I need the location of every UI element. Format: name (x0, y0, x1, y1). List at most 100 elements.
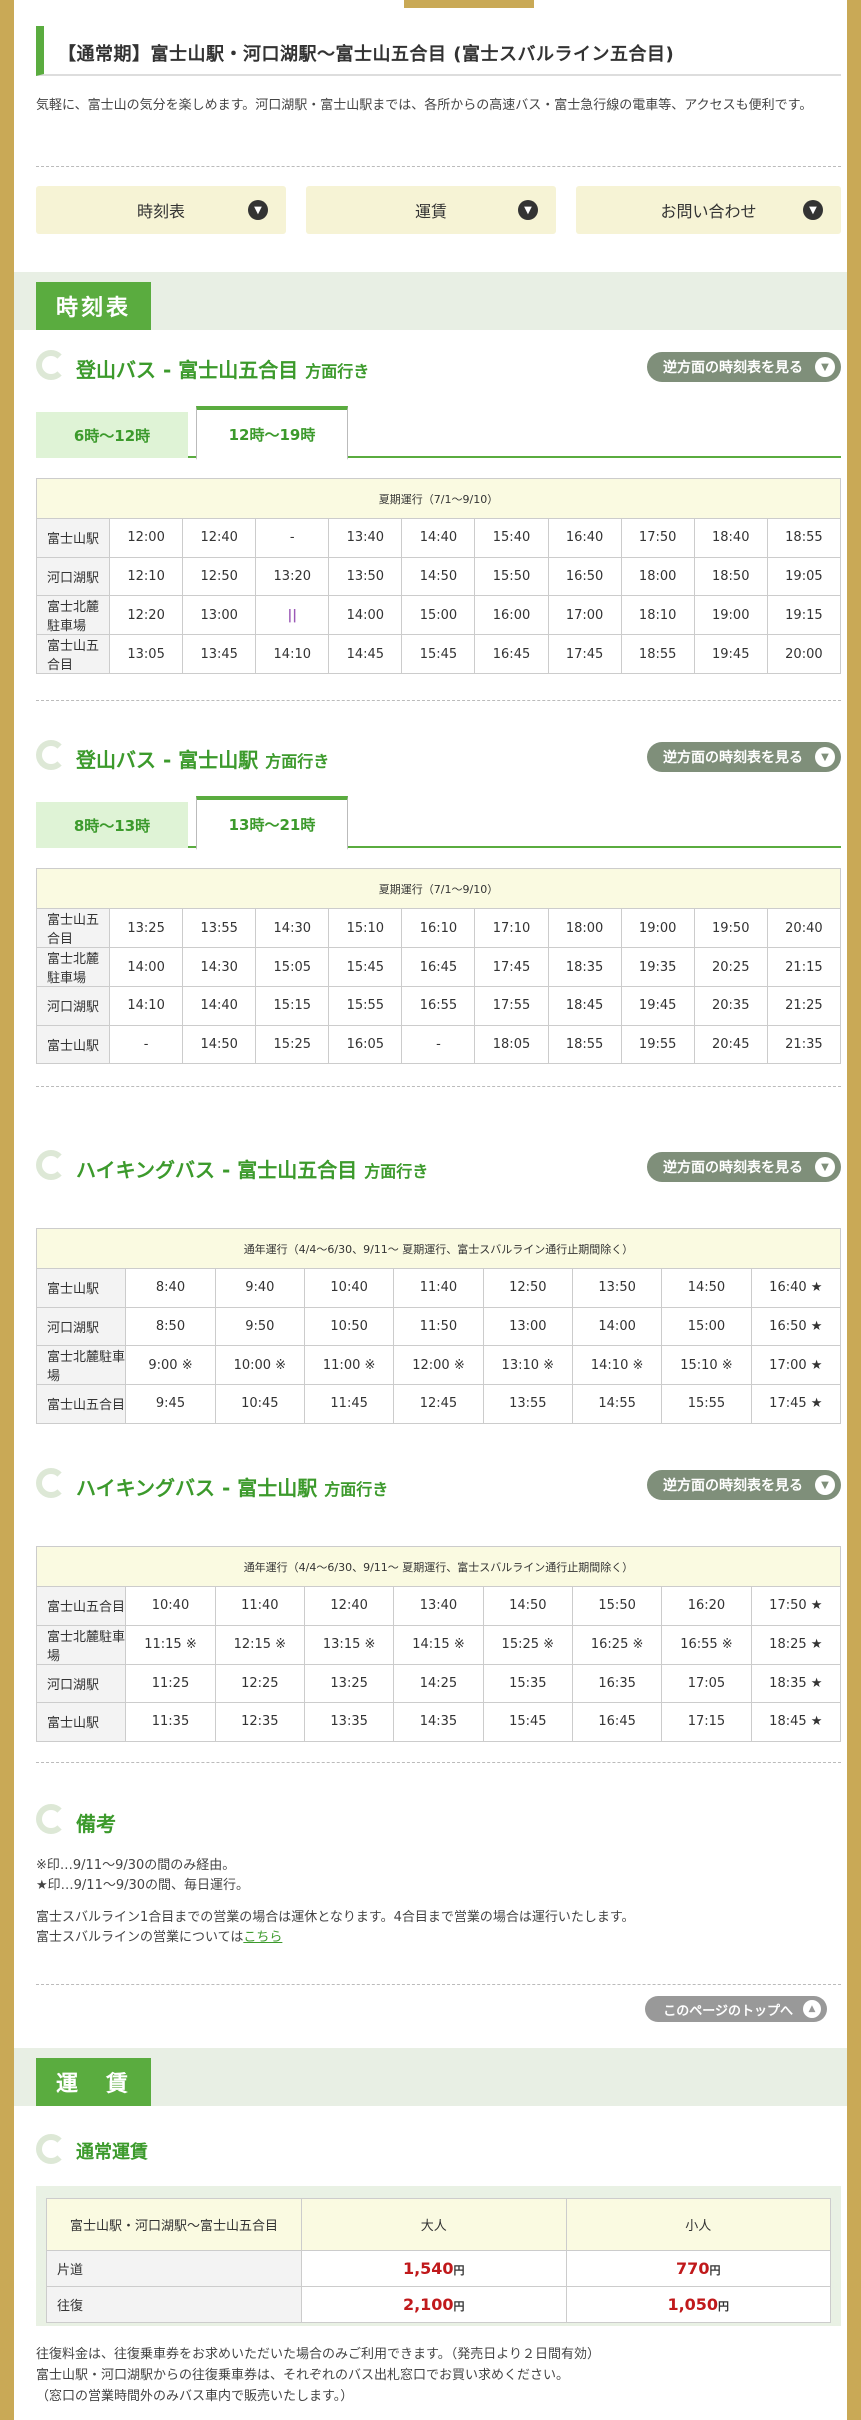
departure-time: 11:25 (125, 1663, 216, 1703)
departure-time: 14:30 (182, 947, 257, 987)
departure-time: 17:00 ★ (750, 1345, 842, 1385)
station-name: 河口湖駅 (35, 1663, 127, 1703)
route-suffix: 方面行き (324, 1480, 389, 1499)
tab-8-13[interactable]: 8時～13時 (36, 802, 188, 848)
jump-timetable-button[interactable]: 時刻表 ▼ (36, 186, 286, 234)
departure-time: 15:45 (482, 1702, 573, 1742)
station-name: 富士山駅 (35, 1024, 111, 1064)
departure-time: 12:25 (214, 1663, 305, 1703)
departure-time: 15:55 (661, 1384, 752, 1424)
departure-time: 19:50 (693, 908, 768, 948)
departure-time: 15:45 (401, 634, 476, 674)
departure-time: 16:50 ★ (750, 1306, 842, 1346)
station-name: 富士山駅 (35, 518, 111, 558)
departure-time: 12:50 (182, 556, 257, 596)
departure-time: 18:00 (620, 556, 695, 596)
fare-row: 往復 2,100円 1,050円 (46, 2286, 831, 2323)
departure-time: 17:55 (474, 986, 549, 1026)
departure-time: 15:00 (661, 1306, 752, 1346)
remark-line: 富士スバルラインの営業についてはこちら (36, 1928, 841, 1948)
departure-time: 12:00 (109, 518, 184, 558)
fare-table: 富士山駅・河口湖駅～富士山五合目 大人 小人 片道 1,540円 770円 往復… (46, 2198, 831, 2323)
departure-time: 18:35 (547, 947, 622, 987)
remark-line: ★印…9/11～9/30の間、毎日運行。 (36, 1878, 250, 1893)
departure-time: 13:40 (393, 1586, 484, 1626)
departure-time: 11:40 (393, 1268, 484, 1308)
departure-time: - (255, 518, 330, 558)
route2-heading: 登山バス - 富士山駅 方面行き 逆方面の時刻表を見る ▼ (36, 736, 841, 776)
departure-time: 20:25 (693, 947, 768, 987)
route2-tabs: 8時～13時 13時～21時 (36, 796, 841, 850)
heading-deco-icon (36, 1804, 66, 1834)
departure-time: 10:40 (303, 1268, 395, 1308)
departure-time: 15:15 (255, 986, 330, 1026)
departure-time: 17:45 (547, 634, 622, 674)
tab-6-12[interactable]: 6時～12時 (36, 412, 188, 458)
departure-time: 16:05 (328, 1024, 403, 1064)
timetable-caption: 夏期運行（7/1～9/10） (36, 478, 841, 519)
departure-time: 14:50 (661, 1268, 752, 1308)
station-name: 河口湖駅 (35, 556, 111, 596)
departure-time: 17:45 ★ (750, 1384, 842, 1424)
reverse-timetable-button[interactable]: 逆方面の時刻表を見る ▼ (647, 1152, 841, 1182)
chevron-down-icon: ▼ (815, 1157, 835, 1177)
route4-timetable: 通年運行（4/4～6/30、9/11～ 夏期運行、富士スバルライン通行止期間除く… (35, 1546, 842, 1742)
departure-time: 16:45 (401, 947, 476, 987)
departure-time: 17:05 (661, 1663, 752, 1703)
station-name: 富士北麓駐車場 (35, 947, 111, 987)
remark-prefix: 富士スバルラインの営業については (36, 1930, 244, 1945)
subaru-line-link[interactable]: こちら (243, 1930, 282, 1945)
departure-time: 15:50 (571, 1586, 663, 1626)
chevron-up-icon: ▲ (803, 2000, 821, 2018)
departure-time: 20:35 (693, 986, 768, 1026)
departure-time: 20:45 (693, 1024, 768, 1064)
reverse-timetable-button[interactable]: 逆方面の時刻表を見る ▼ (647, 742, 841, 772)
departure-time: 18:00 (547, 908, 622, 948)
fare-type: 片道 (46, 2250, 302, 2287)
jump-contact-button[interactable]: お問い合わせ ▼ (576, 186, 841, 234)
table-row: 河口湖駅 14:10 14:40 15:15 15:55 16:55 17:55 18:45 1… (35, 986, 842, 1026)
departure-time: 11:45 (303, 1384, 395, 1424)
departure-time: 16:55 (401, 986, 476, 1026)
departure-time: || (255, 595, 330, 635)
departure-time: 11:40 (214, 1586, 305, 1626)
table-row: 富士山駅 8:40 9:40 10:40 11:40 12:50 13:50 14:50 16:… (35, 1268, 842, 1308)
divider (36, 700, 841, 701)
remark-line: ※印…9/11～9/30の間のみ経由。 (36, 1858, 236, 1873)
remarks-heading: 備考 (36, 1800, 841, 1840)
departure-time: 16:20 (661, 1586, 752, 1626)
departure-time: 12:40 (303, 1586, 395, 1626)
departure-time: 10:40 (125, 1586, 216, 1626)
departure-time: 13:40 (328, 518, 403, 558)
departure-time: 10:45 (214, 1384, 305, 1424)
route-title: 登山バス - 富士山駅 (76, 748, 259, 772)
departure-time: 15:45 (328, 947, 403, 987)
departure-time: 16:45 (571, 1702, 663, 1742)
page-top-button[interactable]: このページのトップへ ▲ (645, 1996, 827, 2022)
station-name: 富士北麓駐車場 (35, 1624, 127, 1665)
departure-time: 14:10 (109, 986, 184, 1026)
departure-time: 13:50 (328, 556, 403, 596)
jump-fare-button[interactable]: 運賃 ▼ (306, 186, 556, 234)
departure-time: 15:25 (255, 1024, 330, 1064)
tab-13-21[interactable]: 13時～21時 (196, 796, 348, 850)
departure-time: 13:55 (482, 1384, 573, 1424)
departure-time: 17:50 ★ (750, 1586, 842, 1626)
departure-time: 13:05 (109, 634, 184, 674)
route4-heading: ハイキングバス - 富士山駅 方面行き 逆方面の時刻表を見る ▼ (36, 1464, 841, 1504)
reverse-timetable-button[interactable]: 逆方面の時刻表を見る ▼ (647, 352, 841, 382)
departure-time: 12:10 (109, 556, 184, 596)
departure-time: 13:45 (182, 634, 257, 674)
departure-time: 15:05 (255, 947, 330, 987)
divider (36, 166, 841, 167)
departure-time: 14:00 (571, 1306, 663, 1346)
heading-deco-icon (36, 1468, 66, 1498)
tab-12-19[interactable]: 12時～19時 (196, 406, 348, 460)
table-row: 富士山五合目 13:25 13:55 14:30 15:10 16:10 17:10 18:0… (35, 908, 842, 948)
reverse-button-label: 逆方面の時刻表を見る (663, 750, 803, 766)
departure-time: 16:25 ※ (571, 1624, 663, 1665)
departure-time: 15:35 (482, 1663, 573, 1703)
reverse-timetable-button[interactable]: 逆方面の時刻表を見る ▼ (647, 1470, 841, 1500)
route-title: ハイキングバス - 富士山駅 (76, 1476, 318, 1500)
departure-time: 14:00 (109, 947, 184, 987)
